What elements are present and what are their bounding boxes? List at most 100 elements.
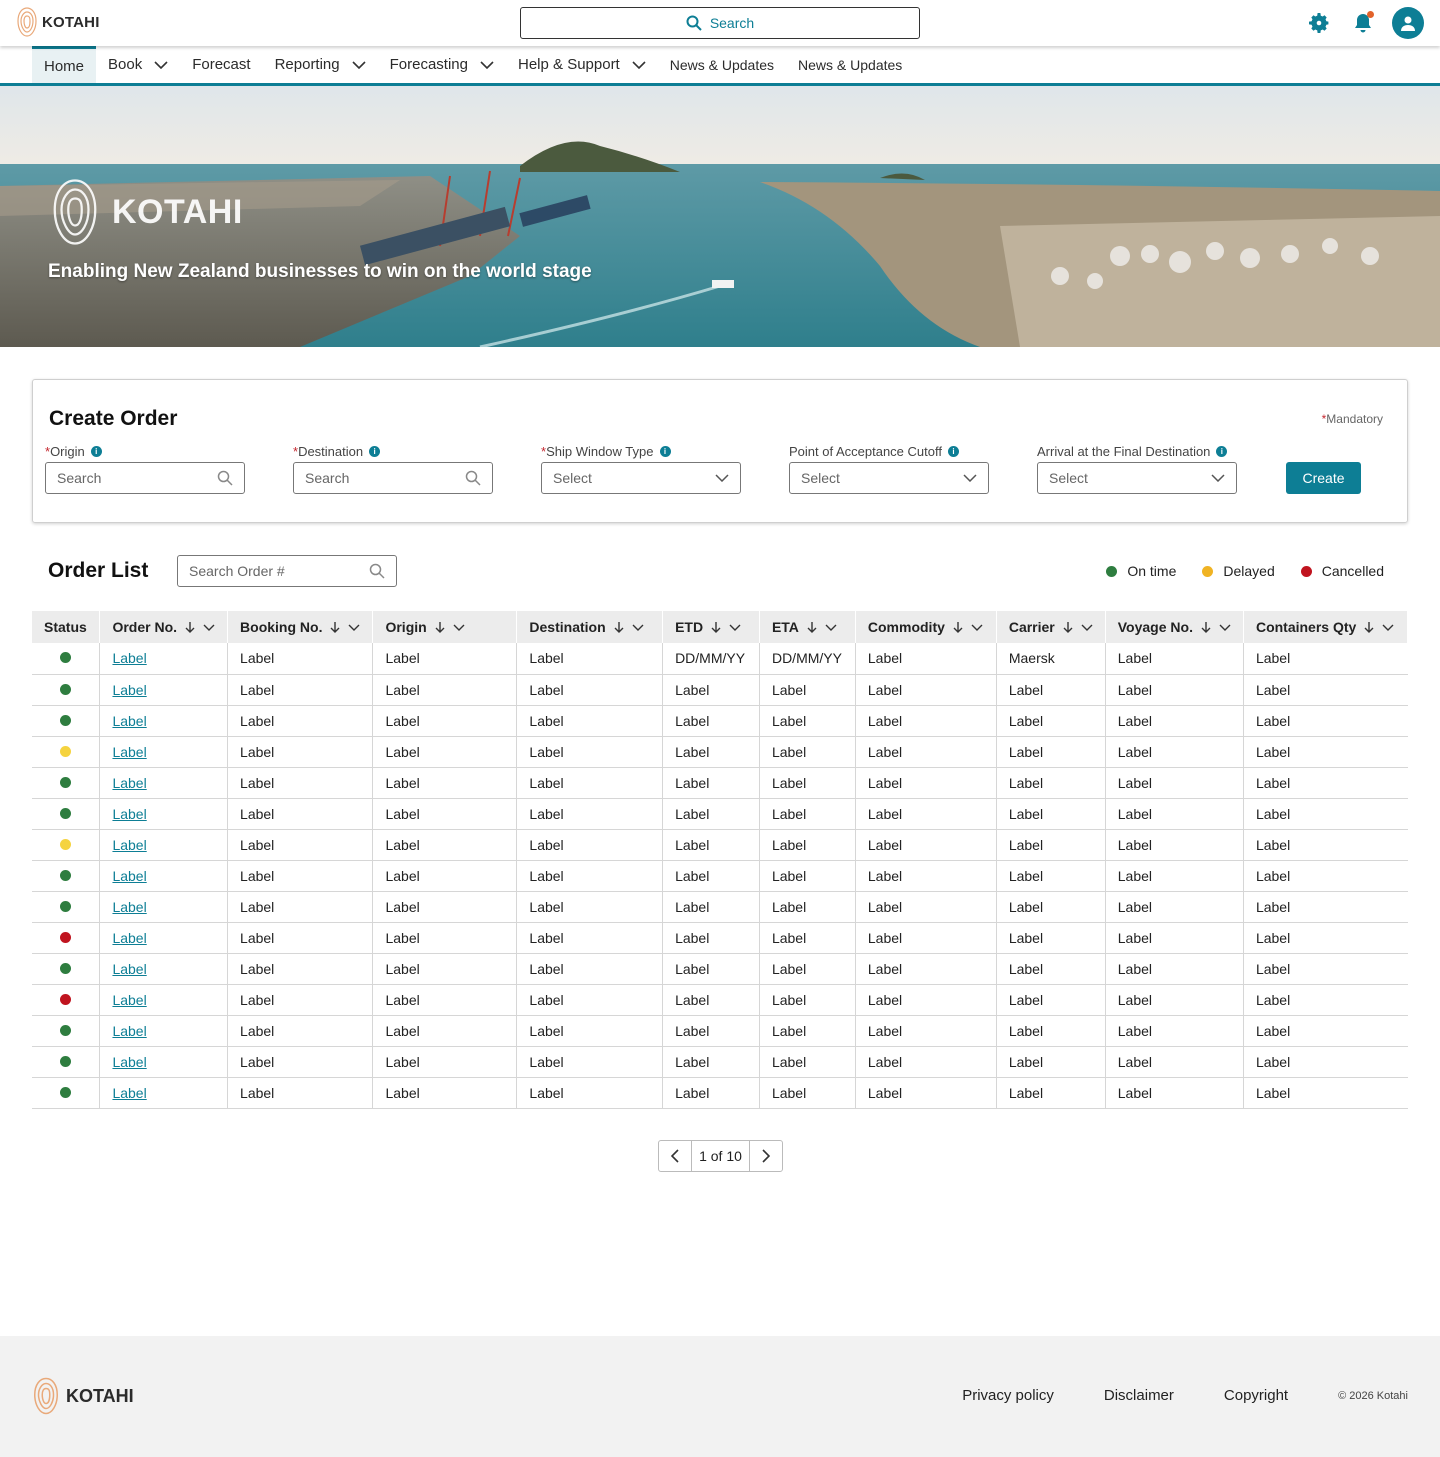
chevron-down-icon[interactable] [729,624,741,631]
nav-book[interactable]: Book [96,46,180,83]
final-arrival-select[interactable]: Select [1037,462,1237,494]
chevron-down-icon[interactable] [453,624,465,631]
column-header[interactable]: Booking No. [227,611,374,643]
chevron-down-icon[interactable] [825,624,837,631]
nav-home[interactable]: Home [32,46,97,83]
sort-arrow-icon[interactable] [1063,621,1073,633]
table-cell: Label [1105,922,1244,954]
column-header[interactable]: Voyage No. [1105,611,1244,643]
nav-news-updates[interactable]: News & Updates [658,46,786,83]
sort-arrow-icon[interactable] [614,621,624,633]
order-number-link[interactable]: Label [112,806,146,822]
column-header[interactable]: Order No. [99,611,229,643]
sort-arrow-icon[interactable] [330,621,340,633]
column-header[interactable]: Commodity [855,611,997,643]
table-row[interactable]: Label Label Label Label Label Label Label Label… [32,1015,1408,1047]
column-header[interactable]: ETD [662,611,760,643]
sort-arrow-icon[interactable] [1201,621,1211,633]
table-row[interactable]: Label Label Label Label Label Label Label Label… [32,674,1408,706]
order-number-link[interactable]: Label [112,837,146,853]
info-icon[interactable]: i [90,445,102,457]
sort-arrow-icon[interactable] [435,621,445,633]
order-number-link[interactable]: Label [112,744,146,760]
next-page-button[interactable] [750,1141,782,1171]
nav-help-support[interactable]: Help & Support [506,46,658,83]
order-number-link[interactable]: Label [112,775,146,791]
sort-arrow-icon[interactable] [711,621,721,633]
sort-arrow-icon[interactable] [953,621,963,633]
ship-window-type-select[interactable]: Select [541,462,741,494]
destination-search-input[interactable]: Search [293,462,493,494]
table-cell: Label [1105,674,1244,706]
table-cell: Label [516,767,664,799]
acceptance-cutoff-select[interactable]: Select [789,462,989,494]
column-header[interactable]: Destination [516,611,664,643]
nav-reporting[interactable]: Reporting [263,46,378,83]
table-row[interactable]: Label Label Label Label Label Label Label Label… [32,767,1408,799]
nav-forecasting[interactable]: Forecasting [378,46,506,83]
create-button[interactable]: Create [1286,462,1361,494]
chevron-down-icon[interactable] [1081,624,1093,631]
column-header-label: ETD [675,619,704,635]
order-number-link[interactable]: Label [112,868,146,884]
brand-logo[interactable]: KOTAHI [16,6,100,38]
order-number-link[interactable]: Label [112,961,146,977]
order-search-input[interactable]: Search Order # [177,555,397,587]
settings-button[interactable] [1304,8,1334,38]
info-icon[interactable]: i [659,445,671,457]
table-row[interactable]: Label Label Label Label Label Label Label Label… [32,891,1408,923]
nav-forecast[interactable]: Forecast [180,46,262,83]
order-number-link[interactable]: Label [112,1054,146,1070]
table-row[interactable]: Label Label Label Label Label Label Label Label… [32,984,1408,1016]
table-row[interactable]: Label Label Label Label Label Label Label Label… [32,705,1408,737]
table-row[interactable]: Label Label Label Label Label Label Label Label… [32,736,1408,768]
disclaimer-link[interactable]: Disclaimer [1104,1387,1174,1404]
chevron-down-icon[interactable] [971,624,983,631]
order-number-link[interactable]: Label [112,713,146,729]
order-number-link[interactable]: Label [112,650,146,666]
table-row[interactable]: Label Label Label Label Label Label Label Label… [32,922,1408,954]
table-cell: Label [759,767,856,799]
table-row[interactable]: Label Label Label Label Label Label Label Label… [32,829,1408,861]
table-row[interactable]: Label Label Label Label Label Label Label Label… [32,953,1408,985]
notifications-button[interactable] [1348,8,1378,38]
order-number-link[interactable]: Label [112,682,146,698]
column-header[interactable]: Origin [372,611,518,643]
table-row[interactable]: Label Label Label Label Label Label Label Label… [32,860,1408,892]
notification-badge [1367,11,1374,18]
order-number-link[interactable]: Label [112,1023,146,1039]
chevron-down-icon[interactable] [1219,624,1231,631]
copyright-link[interactable]: Copyright [1224,1387,1288,1404]
origin-search-input[interactable]: Search [45,462,245,494]
sort-arrow-icon[interactable] [185,621,195,633]
order-number-link[interactable]: Label [112,930,146,946]
privacy-policy-link[interactable]: Privacy policy [962,1387,1054,1404]
table-row[interactable]: Label Label Label Label Label Label Label Label… [32,1077,1408,1109]
info-icon[interactable]: i [369,445,381,457]
sort-arrow-icon[interactable] [1364,621,1374,633]
sort-arrow-icon[interactable] [807,621,817,633]
info-icon[interactable]: i [1216,445,1228,457]
column-header[interactable]: Containers Qty [1243,611,1409,643]
footer-logo[interactable]: KOTAHI [32,1376,134,1416]
column-header[interactable]: ETA [759,611,856,643]
table-cell: Label [662,953,760,985]
chevron-down-icon[interactable] [632,624,644,631]
chevron-down-icon[interactable] [1382,624,1394,631]
table-row[interactable]: Label Label Label Label Label Label Label Label… [32,1046,1408,1078]
column-header[interactable]: Carrier [996,611,1106,643]
search-icon [686,15,702,31]
order-number-link[interactable]: Label [112,899,146,915]
chevron-down-icon[interactable] [203,624,215,631]
nav-news-updates-2[interactable]: News & Updates [786,46,914,83]
user-avatar-button[interactable] [1392,7,1424,39]
info-icon[interactable]: i [947,445,959,457]
order-number-link[interactable]: Label [112,992,146,1008]
global-search-input[interactable]: Search [520,7,920,39]
prev-page-button[interactable] [659,1141,691,1171]
table-row[interactable]: Label Label Label Label Label Label Label Label… [32,798,1408,830]
order-number-link[interactable]: Label [112,1085,146,1101]
chevron-down-icon[interactable] [348,624,360,631]
table-cell: Label [372,891,518,923]
table-row[interactable]: Label Label Label Label DD/MM/YY DD/MM/YY Labe… [32,643,1408,675]
